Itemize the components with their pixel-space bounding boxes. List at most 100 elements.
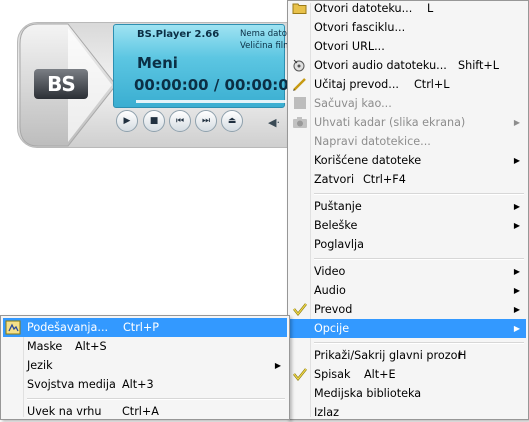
next-button[interactable]: ⏭ — [195, 110, 217, 132]
menu-item-shortcut: Alt+3 — [122, 378, 154, 391]
menu-item-label: Korišćene datoteke — [314, 154, 422, 167]
options-submenu: Podešavanja... Ctrl+P Maske Alt+S Jezik … — [0, 315, 290, 420]
menu-item-label: Svojstva medija — [27, 378, 116, 391]
menu-item-audio[interactable]: Audio ▶ — [290, 281, 526, 300]
submenu-arrow-icon: ▶ — [513, 267, 520, 276]
menu-item-shortcut: Shift+L — [458, 59, 500, 72]
menu-item-save-as: Sačuvaj kao... — [290, 94, 526, 113]
menu-item-shortcut: Ctrl+L — [414, 78, 450, 91]
menu-item-load-subtitle[interactable]: Učitaj prevod... Ctrl+L — [290, 75, 526, 94]
menu-item-label: Otvori URL... — [314, 40, 385, 53]
menu-item-always-on-top[interactable]: Uvek na vrhu Ctrl+A — [3, 402, 287, 421]
pen-icon — [292, 77, 308, 92]
menu-item-shortcut: H — [458, 349, 467, 362]
menu-item-label: Audio — [314, 284, 346, 297]
menu-item-shortcut: L — [427, 2, 434, 15]
submenu-arrow-icon: ▶ — [513, 156, 520, 165]
menu-item-label: Poglavlja — [314, 238, 364, 251]
menu-item-open-audio[interactable]: Otvori audio datoteku... Shift+L — [290, 56, 526, 75]
menu-item-shortcut: Alt+E — [364, 368, 396, 381]
menu-item-label: Učitaj prevod... — [314, 78, 399, 91]
menu-item-label: Spisak — [314, 368, 351, 381]
menu-item-label: Medijska biblioteka — [314, 387, 422, 400]
menu-item-label: Opcije — [314, 322, 350, 335]
menu-item-label: Uhvati kadar (slika ekrana) — [314, 116, 466, 129]
stop-button[interactable]: ■ — [143, 110, 165, 132]
seek-bar[interactable] — [136, 100, 286, 103]
menu-item-open-url[interactable]: Otvori URL... — [290, 37, 526, 56]
previous-button[interactable]: ⏮ — [169, 110, 191, 132]
menu-item-open-file[interactable]: Otvori datoteku... L — [290, 0, 526, 18]
menu-item-label: Napravi datotekice... — [314, 135, 431, 148]
menu-item-media-library[interactable]: Medijska biblioteka — [290, 384, 526, 403]
menu-item-shortcut: Alt+S — [75, 340, 107, 353]
submenu-arrow-icon: ▶ — [513, 202, 520, 211]
menu-item-label: Maske — [27, 340, 63, 353]
menu-item-label: Prikaži/Sakrij glavni prozor — [314, 349, 463, 362]
menu-item-label: Sačuvaj kao... — [314, 97, 392, 110]
menu-item-bookmarks[interactable]: Beleške ▶ — [290, 216, 526, 235]
subtitle-icon — [292, 302, 308, 317]
eject-button[interactable]: ⏏ — [221, 110, 243, 132]
menu-item-label: Otvori audio datoteku... — [314, 59, 447, 72]
menu-item-chapters[interactable]: Poglavlja — [290, 235, 526, 254]
menu-item-playlist[interactable]: Spisak Alt+E — [290, 365, 526, 384]
menu-separator — [314, 342, 524, 344]
menu-item-options[interactable]: Opcije ▶ — [290, 319, 526, 338]
menu-item-label: Izlaz — [314, 406, 340, 419]
context-menu: Otvori datoteku... L Otvori fasciklu... … — [287, 0, 529, 420]
menu-item-language[interactable]: Jezik ▶ — [3, 356, 287, 375]
menu-item-label: Otvori fasciklu... — [314, 21, 406, 34]
camera-icon — [292, 115, 308, 130]
menu-separator — [27, 398, 285, 400]
submenu-arrow-icon: ▶ — [513, 221, 520, 230]
save-icon — [292, 96, 308, 111]
bs-logo: BS — [34, 69, 88, 99]
menu-separator — [314, 258, 524, 260]
player-title: BS.Player 2.66 — [137, 29, 220, 40]
menu-item-media-properties[interactable]: Svojstva medija Alt+3 — [3, 375, 287, 394]
menu-item-label: Jezik — [27, 359, 53, 372]
menu-item-skins[interactable]: Maske Alt+S — [3, 337, 287, 356]
menu-item-video[interactable]: Video ▶ — [290, 262, 526, 281]
menu-item-shortcut: Ctrl+F4 — [363, 173, 406, 186]
stop-icon: ■ — [149, 116, 159, 126]
menu-item-shortcut: Ctrl+P — [123, 321, 160, 334]
submenu-arrow-icon: ▶ — [513, 286, 520, 295]
audio-file-icon — [292, 58, 308, 73]
menu-item-close[interactable]: Zatvori Ctrl+F4 — [290, 170, 526, 189]
menu-item-create-files: Napravi datotekice... — [290, 132, 526, 151]
folder-icon — [292, 1, 308, 16]
menu-item-exit[interactable]: Izlaz — [290, 403, 526, 422]
menu-item-label: Otvori datoteku... — [314, 2, 413, 15]
submenu-arrow-icon: ▶ — [513, 305, 520, 314]
play-icon: ▶ — [123, 116, 131, 126]
menu-item-label: Puštanje — [314, 200, 362, 213]
menu-item-subtitles[interactable]: Prevod ▶ — [290, 300, 526, 319]
menu-item-label: Beleške — [314, 219, 358, 232]
menu-item-label: Zatvori — [314, 173, 355, 186]
menu-item-toggle-main-window[interactable]: Prikaži/Sakrij glavni prozor H — [290, 346, 526, 365]
menu-item-capture-frame: Uhvati kadar (slika ekrana) ▶ — [290, 113, 526, 132]
menu-item-open-folder[interactable]: Otvori fasciklu... — [290, 18, 526, 37]
next-icon: ⏭ — [201, 116, 211, 126]
volume-icon[interactable]: ◀· — [268, 116, 280, 129]
menu-item-recent-files[interactable]: Korišćene datoteke ▶ — [290, 151, 526, 170]
file-info-line1: Nema datot — [240, 29, 291, 39]
previous-icon: ⏮ — [175, 116, 185, 126]
player-window: BS BS.Player 2.66 Nema datot Veličina fi… — [0, 0, 307, 150]
menu-item-label: Podešavanja... — [27, 321, 109, 334]
display-label: Meni — [137, 54, 178, 72]
play-button[interactable]: ▶ — [116, 110, 138, 132]
menu-item-playback[interactable]: Puštanje ▶ — [290, 197, 526, 216]
menu-separator — [314, 193, 524, 195]
menu-item-settings[interactable]: Podešavanja... Ctrl+P — [3, 318, 287, 337]
submenu-arrow-icon: ▶ — [513, 118, 520, 127]
menu-item-label: Uvek na vrhu — [27, 405, 102, 418]
submenu-arrow-icon: ▶ — [513, 324, 520, 333]
menu-item-label: Video — [314, 265, 346, 278]
menu-item-shortcut: Ctrl+A — [122, 405, 159, 418]
time-display: 00:00:00 / 00:00:00 — [134, 76, 300, 94]
menu-item-label: Prevod — [314, 303, 353, 316]
eject-icon: ⏏ — [227, 116, 237, 126]
